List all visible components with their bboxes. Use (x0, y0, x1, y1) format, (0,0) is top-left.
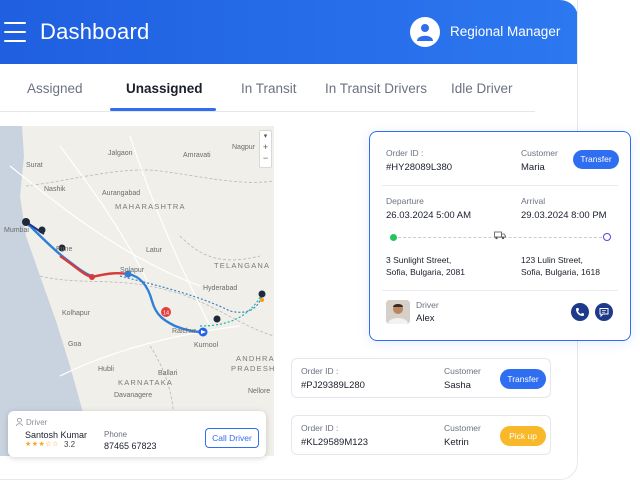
map-label: Nagpur (232, 144, 255, 151)
truck-icon (494, 231, 506, 240)
pick-up-button[interactable]: Pick up (500, 426, 546, 446)
selected-order-card[interactable]: Order ID : #HY28089L380 Customer Maria T… (369, 131, 631, 341)
tab-bar: Assigned Unassigned In Transit In Transi… (0, 64, 577, 112)
customer-label: Customer (444, 366, 481, 376)
origin-address-line: 3 Sunlight Street, (386, 255, 452, 265)
departure-label: Departure (386, 196, 424, 206)
origin-address-line: Sofia, Bulgaria, 2081 (386, 267, 465, 277)
order-card[interactable]: Order ID : #KL29589M123 Customer Ketrin … (291, 415, 551, 455)
order-id-label: Order ID : (386, 148, 424, 158)
destination-address: 123 Lulin Street, Sofia, Bulgaria, 1618 (521, 254, 600, 278)
customer-label: Customer (521, 148, 558, 158)
user-avatar[interactable] (410, 17, 440, 47)
map-label: Mumbai (4, 227, 29, 234)
map-label: Ballari (158, 370, 178, 377)
driver-name: Alex (416, 313, 435, 324)
order-id-label: Order ID : (301, 423, 339, 433)
map-region-label: PRADESH (231, 364, 274, 373)
map-label: Solapur (120, 267, 145, 274)
tab-in-transit-drivers[interactable]: In Transit Drivers (325, 81, 427, 96)
phone-icon (576, 308, 584, 316)
driver-info-card: Driver Santosh Kumar ★★★☆☆ 3.2 Phone 874… (8, 411, 266, 457)
user-icon (417, 24, 433, 41)
menu-icon[interactable] (4, 22, 26, 42)
map-label: Kurnool (194, 342, 219, 349)
tab-assigned[interactable]: Assigned (27, 81, 83, 96)
customer-name: Sasha (444, 380, 471, 391)
customer-name: Ketrin (444, 437, 469, 448)
map-marker-label: 14 (163, 311, 169, 317)
map-region-label: ANDHRA (236, 354, 274, 363)
map-label: Raichur (172, 328, 197, 335)
map-label: Amravati (183, 152, 211, 159)
map-label: Surat (26, 162, 43, 169)
order-id: #KL29589M123 (301, 437, 369, 448)
header-bar: Dashboard Regional Manager (0, 0, 577, 64)
departure-time: 26.03.2024 5:00 AM (386, 210, 472, 221)
map-label: Jalgaon (108, 150, 133, 157)
map-label: Kolhapur (62, 310, 91, 317)
customer-name: Maria (521, 162, 545, 173)
arrival-time: 29.03.2024 8:00 PM (521, 210, 607, 221)
driver-name: Santosh Kumar (25, 430, 88, 440)
destination-dot (603, 233, 611, 241)
driver-label: Driver (416, 300, 439, 310)
map-label: Davanagere (114, 392, 153, 399)
map-label: Hyderabad (203, 285, 238, 292)
map-label: Nellore (248, 388, 271, 395)
map-label: Nashik (44, 186, 66, 193)
map-region-label: TELANGANA (214, 261, 271, 270)
divider (382, 185, 618, 186)
order-card[interactable]: Order ID : #PJ29389L280 Customer Sasha T… (291, 358, 551, 398)
chat-icon (599, 308, 609, 317)
arrival-label: Arrival (521, 196, 546, 206)
zoom-toggle-icon[interactable]: ▾ (260, 131, 271, 142)
driver-avatar (386, 300, 410, 324)
origin-dot (390, 234, 397, 241)
call-driver-button[interactable]: Call Driver (205, 428, 259, 448)
map-zoom-controls: ▾ + − (259, 130, 272, 168)
map-label: Latur (146, 247, 162, 254)
driver-phone: 87465 67823 (104, 441, 157, 451)
tab-unassigned[interactable]: Unassigned (126, 81, 203, 96)
customer-label: Customer (444, 423, 481, 433)
person-icon (16, 418, 23, 426)
message-button[interactable] (595, 303, 613, 321)
map-region-label: MAHARASHTRA (115, 202, 186, 211)
map-label: Pune (56, 246, 73, 253)
map-label: Aurangabad (102, 190, 141, 197)
zoom-out-button[interactable]: − (260, 153, 271, 164)
origin-address: 3 Sunlight Street, Sofia, Bulgaria, 2081 (386, 254, 465, 278)
tab-idle-driver[interactable]: Idle Driver (451, 81, 513, 96)
order-id: #PJ29389L280 (301, 380, 365, 391)
phone-label: Phone (104, 430, 128, 439)
tab-in-transit[interactable]: In Transit (241, 81, 297, 96)
order-id-label: Order ID : (301, 366, 339, 376)
divider (382, 290, 618, 291)
transfer-button[interactable]: Transfer (500, 369, 546, 389)
map-label: Hubli (98, 366, 114, 373)
map-label: Goa (68, 341, 82, 348)
route-map[interactable]: 14 Mumbai Jalgaon Amravati Nagpur Surat … (0, 126, 274, 456)
destination-address-line: 123 Lulin Street, (521, 255, 583, 265)
tab-divider (0, 111, 535, 112)
destination-address-line: Sofia, Bulgaria, 1618 (521, 267, 600, 277)
map-region-label: KARNATAKA (118, 378, 174, 387)
driver-photo-icon (386, 300, 410, 324)
transfer-button[interactable]: Transfer (573, 150, 619, 169)
page-title: Dashboard (40, 19, 150, 44)
zoom-in-button[interactable]: + (260, 142, 271, 153)
driver-label: Driver (26, 418, 48, 427)
order-id: #HY28089L380 (386, 162, 453, 173)
driver-rating: 3.2 (64, 440, 76, 449)
call-button[interactable] (571, 303, 589, 321)
star-rating-icon: ★★★☆☆ (25, 441, 59, 448)
user-role: Regional Manager (450, 24, 561, 39)
